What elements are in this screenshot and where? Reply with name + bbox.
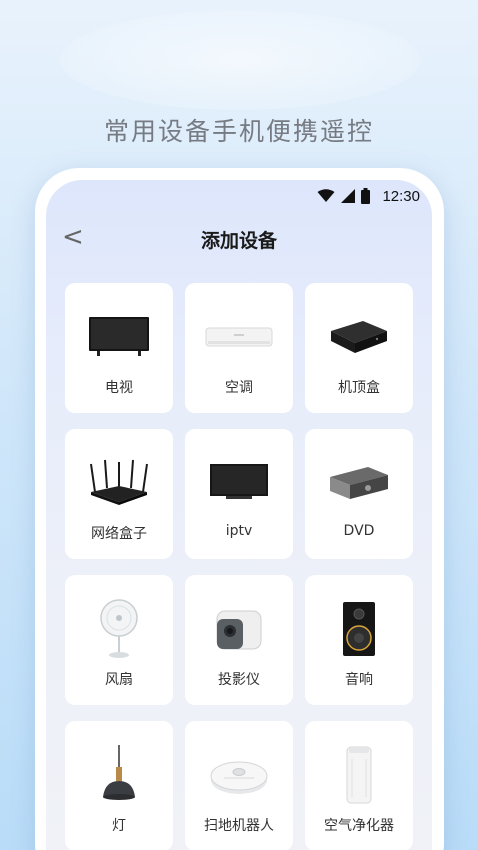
device-card-fan[interactable]: 风扇 [65, 575, 173, 705]
tv-icon [89, 317, 149, 356]
device-card-lamp[interactable]: 灯 [65, 721, 173, 850]
device-label: iptv [225, 523, 253, 539]
device-label: DVD [343, 523, 375, 539]
device-label: 空气净化器 [324, 818, 394, 834]
status-time: 12:30 [382, 187, 420, 205]
robot-vacuum-icon [210, 761, 268, 794]
device-card-air-purifier[interactable]: 空气净化器 [305, 721, 413, 850]
battery-icon [361, 188, 371, 204]
set-top-box-icon [331, 321, 387, 353]
device-card-projector[interactable]: 投影仪 [185, 575, 293, 705]
device-card-dvd[interactable]: DVD [305, 429, 413, 559]
router-icon [90, 459, 148, 505]
device-label: 网络盒子 [91, 526, 147, 542]
device-label: 空调 [225, 380, 253, 396]
background-glow [60, 10, 420, 110]
device-label: 投影仪 [218, 672, 260, 688]
device-grid: 电视 空调 机顶盒 网络盒子 iptv DVD 风扇 投影仪 音响 灯 扫地机器… [65, 283, 413, 850]
device-card-set-top-box[interactable]: 机顶盒 [305, 283, 413, 413]
device-label: 风扇 [105, 672, 133, 688]
device-label: 机顶盒 [338, 380, 380, 396]
device-label: 电视 [105, 380, 133, 396]
fan-icon [100, 599, 138, 658]
dvd-player-icon [330, 467, 388, 499]
device-card-speaker[interactable]: 音响 [305, 575, 413, 705]
air-conditioner-icon [205, 327, 273, 347]
lamp-icon [103, 745, 135, 800]
page-title: 添加设备 [200, 230, 277, 252]
signal-icon [341, 189, 356, 203]
iptv-icon [210, 464, 268, 499]
device-label: 扫地机器人 [204, 818, 274, 834]
device-card-tv[interactable]: 电视 [65, 283, 173, 413]
device-label: 音响 [345, 672, 373, 688]
phone-screen: 12:30 < 添加设备 电视 空调 机顶盒 网络盒子 iptv DVD 风扇 … [46, 180, 432, 850]
projector-icon [216, 610, 262, 650]
wifi-icon [317, 189, 335, 202]
device-card-iptv[interactable]: iptv [185, 429, 293, 559]
status-bar: 12:30 [317, 186, 420, 206]
speaker-icon [343, 602, 375, 656]
device-card-air-conditioner[interactable]: 空调 [185, 283, 293, 413]
promo-tagline: 常用设备手机便携遥控 [103, 117, 374, 146]
device-label: 灯 [112, 818, 126, 834]
device-card-network-box[interactable]: 网络盒子 [65, 429, 173, 559]
nav-bar: < 添加设备 [46, 220, 432, 256]
air-purifier-icon [346, 746, 372, 804]
device-card-robot-vacuum[interactable]: 扫地机器人 [185, 721, 293, 850]
